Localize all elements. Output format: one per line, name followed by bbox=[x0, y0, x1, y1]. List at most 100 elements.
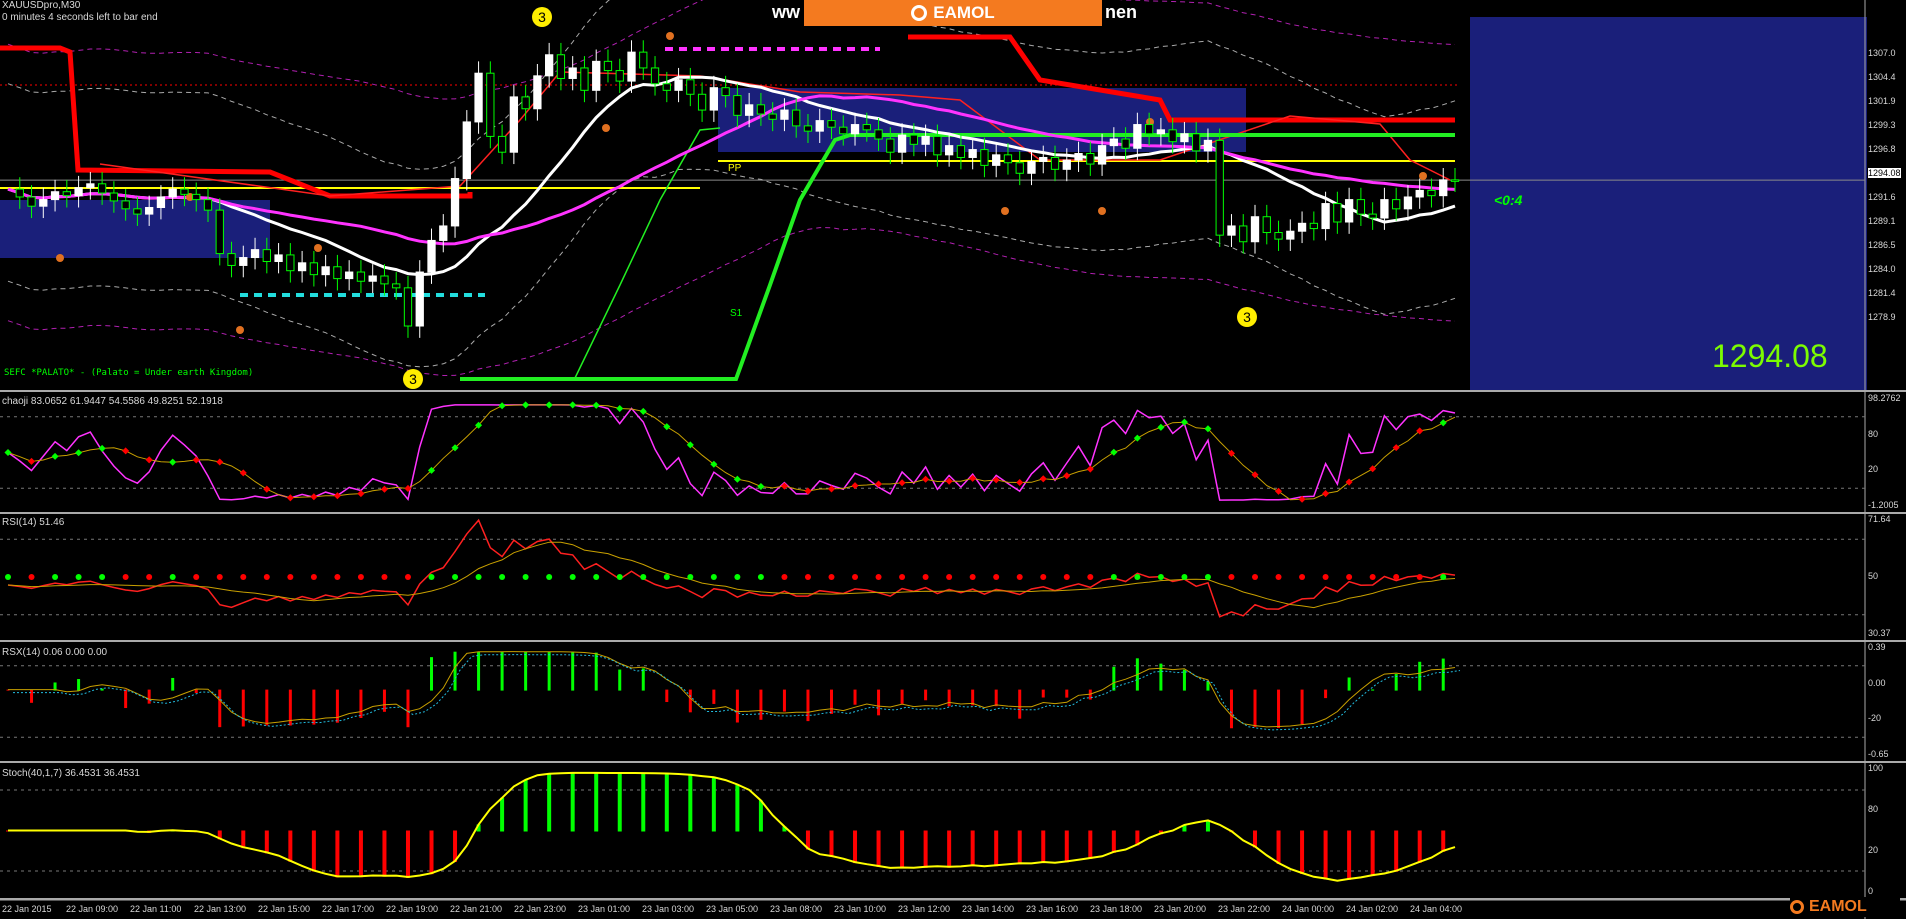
rsi-dot bbox=[781, 574, 788, 580]
rsi-dot bbox=[734, 574, 741, 580]
rsx-bar bbox=[1041, 689, 1045, 698]
time-axis-label: 24 Jan 02:00 bbox=[1346, 904, 1399, 914]
chaoji-dot bbox=[545, 401, 553, 409]
rsi-dot bbox=[993, 574, 1000, 580]
brand-banner[interactable]: EAMOL bbox=[804, 0, 1102, 26]
rsx-bar bbox=[124, 689, 128, 709]
rsi-dot bbox=[169, 574, 176, 580]
upper-envelope-line bbox=[7, 0, 1456, 100]
price-axis-label: 1286.5 bbox=[1868, 240, 1896, 250]
chaoji-main-line bbox=[7, 404, 1456, 501]
candle-body bbox=[556, 54, 566, 79]
candle-body bbox=[603, 60, 613, 72]
stoch-bar bbox=[688, 774, 693, 832]
stoch-bar bbox=[1041, 830, 1046, 864]
candle-body bbox=[909, 134, 918, 145]
rsx-bar bbox=[500, 651, 504, 691]
fractal-dot-icon bbox=[1001, 207, 1009, 215]
chaoji-dot bbox=[263, 485, 271, 493]
chaoji-dot bbox=[122, 447, 130, 455]
panel-axis-label: 20 bbox=[1868, 464, 1879, 475]
fractal-dot-icon bbox=[1098, 207, 1106, 215]
candle-body bbox=[627, 51, 636, 82]
rsi-dot bbox=[875, 574, 882, 580]
panel-axis-label: 80 bbox=[1868, 804, 1879, 814]
candle-body bbox=[956, 145, 966, 158]
trading-chart[interactable]: 3 3 3 bbox=[0, 0, 1906, 919]
candle-body bbox=[521, 96, 530, 110]
panel-axis-label: 20 bbox=[1868, 845, 1879, 855]
candle-body bbox=[321, 266, 330, 276]
rsi-dot bbox=[1016, 574, 1023, 580]
rsi-dot bbox=[640, 574, 647, 580]
stoch-bar bbox=[1111, 830, 1116, 853]
rsx-bar bbox=[618, 669, 622, 691]
current-price-display: 1294.08 bbox=[1712, 338, 1828, 374]
rsi-dot bbox=[922, 574, 929, 580]
candle-body bbox=[1356, 199, 1366, 215]
rsi-dot bbox=[569, 574, 576, 580]
chaoji-dot bbox=[757, 482, 765, 491]
candle-body bbox=[615, 70, 624, 82]
bar-timer-label: 0 minutes 4 seconds left to bar end bbox=[2, 12, 158, 23]
rsi-dot bbox=[1110, 574, 1117, 580]
indicator-lines-layer: 3 3 3 bbox=[0, 0, 1456, 389]
stoch-bar bbox=[664, 773, 669, 832]
price-axis-label: 1289.1 bbox=[1868, 216, 1896, 226]
stoch-bar bbox=[1370, 830, 1375, 877]
rsx-bar bbox=[359, 689, 363, 719]
stoch-bar bbox=[500, 797, 505, 832]
rsi-dot bbox=[310, 574, 317, 580]
time-axis-label: 23 Jan 01:00 bbox=[578, 904, 631, 914]
wave-label: 3 bbox=[1243, 309, 1251, 325]
wave-label: 3 bbox=[409, 371, 417, 387]
panel-axis-label: 50 bbox=[1868, 571, 1879, 581]
time-axis-label: 22 Jan 21:00 bbox=[450, 904, 503, 914]
time-axis-label: 23 Jan 03:00 bbox=[642, 904, 695, 914]
candle-body bbox=[992, 154, 1001, 166]
rsx-bar bbox=[1112, 666, 1116, 691]
candle-body bbox=[874, 129, 883, 140]
candle-body bbox=[1439, 179, 1448, 197]
chaoji-dot bbox=[498, 402, 506, 410]
price-axis-label: 1296.8 bbox=[1868, 144, 1896, 154]
candle-body bbox=[333, 266, 342, 280]
candle-body bbox=[1097, 145, 1107, 165]
site-text-suffix: nen bbox=[1105, 2, 1138, 22]
zones-layer bbox=[0, 17, 1867, 390]
stoch-bar bbox=[1300, 830, 1305, 875]
brand-name: EAMOL bbox=[933, 3, 995, 22]
rsi-dot bbox=[475, 574, 482, 580]
rsx-bar bbox=[924, 689, 928, 701]
chaoji-dot bbox=[922, 475, 930, 483]
price-axis-label: 1284.0 bbox=[1868, 264, 1896, 274]
time-axis-label: 23 Jan 16:00 bbox=[1026, 904, 1079, 914]
signal-label: <0:4 bbox=[1494, 192, 1523, 208]
candle-body bbox=[97, 183, 107, 194]
chaoji-dot bbox=[169, 458, 177, 466]
candle-body bbox=[427, 239, 436, 273]
candle-body bbox=[27, 196, 36, 207]
stoch-bar bbox=[1417, 830, 1422, 863]
stoch-line bbox=[8, 771, 1456, 882]
candle-body bbox=[1262, 216, 1271, 234]
candles-layer bbox=[15, 40, 1460, 338]
candle-body bbox=[486, 72, 495, 137]
rsi-dot bbox=[1299, 574, 1306, 580]
stoch-bar bbox=[382, 830, 387, 877]
rsx-bar bbox=[594, 652, 598, 691]
rsi-dot bbox=[428, 574, 435, 580]
candle-body bbox=[968, 149, 977, 158]
candle-body bbox=[274, 254, 283, 262]
stoch-bar bbox=[1441, 830, 1446, 852]
rsx-panel-title: RSX(14) 0.06 0.00 0.00 bbox=[2, 647, 108, 658]
rsi-dot bbox=[946, 574, 953, 580]
candle-body bbox=[650, 67, 660, 85]
candle-body bbox=[580, 67, 589, 91]
wave-label: 3 bbox=[538, 9, 546, 25]
rsx-bar bbox=[688, 689, 692, 713]
candle-body bbox=[1380, 199, 1389, 219]
rsx-bar bbox=[759, 689, 763, 720]
price-axis-label: 1301.9 bbox=[1868, 96, 1896, 106]
candle-body bbox=[392, 283, 401, 289]
